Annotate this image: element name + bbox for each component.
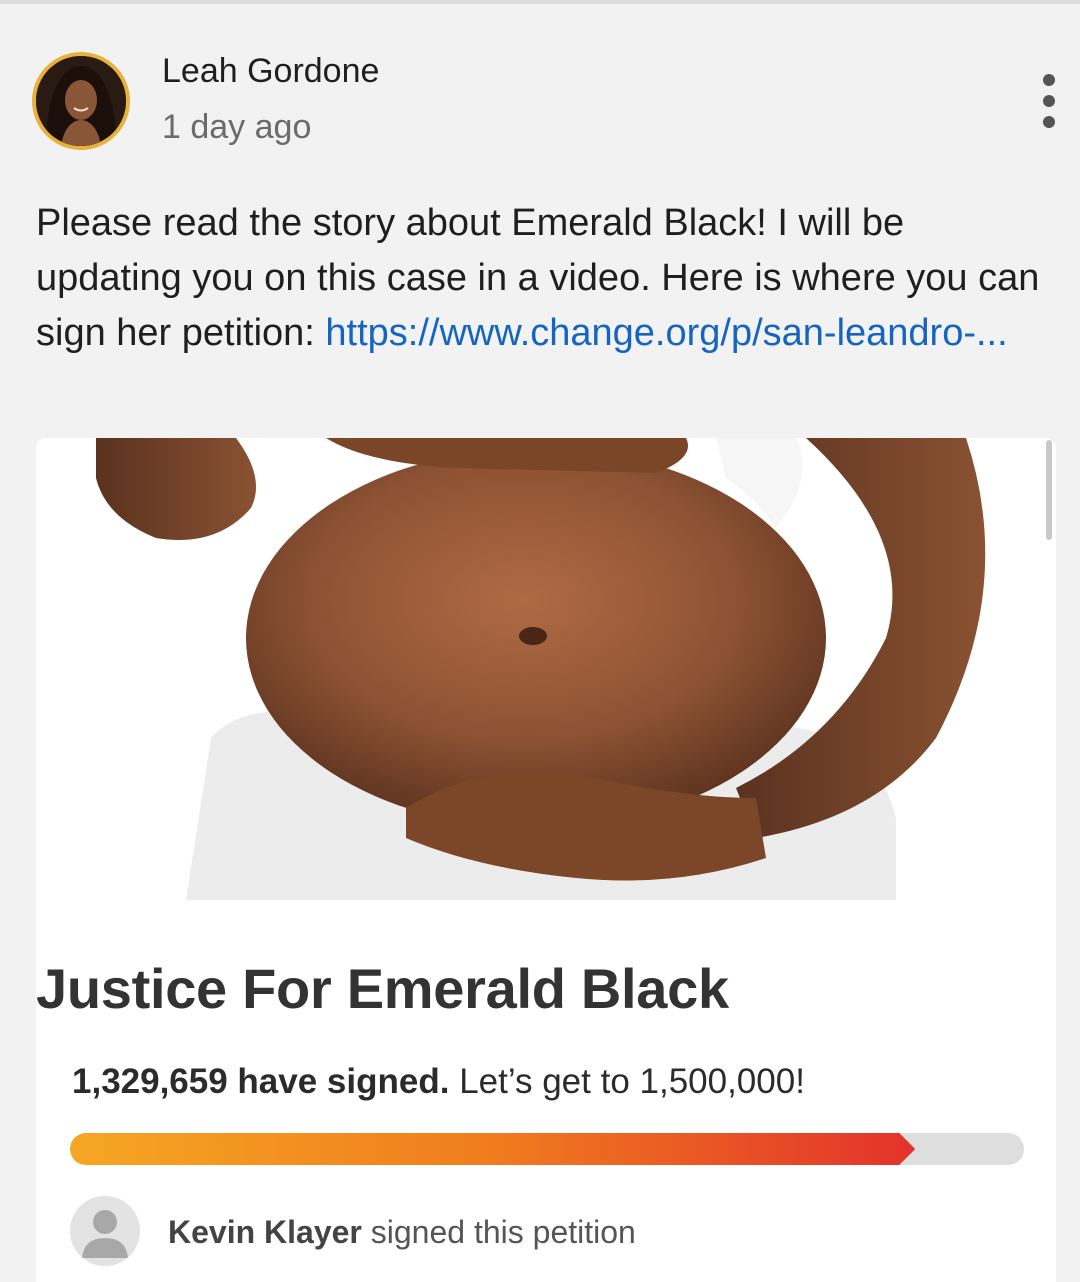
recent-signer-row: Kevin Klayer signed this petition bbox=[70, 1196, 970, 1268]
signature-progress-bar bbox=[70, 1133, 1024, 1165]
petition-hero-image bbox=[36, 438, 1056, 900]
petition-title[interactable]: Justice For Emerald Black bbox=[36, 956, 996, 1021]
author-name[interactable]: Leah Gordone bbox=[162, 52, 379, 91]
signature-status: 1,329,659 have signed. Let’s get to 1,50… bbox=[72, 1062, 805, 1102]
more-dot bbox=[1043, 74, 1055, 86]
post-body-text: Please read the story about Emerald Blac… bbox=[36, 196, 1046, 361]
more-vertical-icon[interactable] bbox=[1034, 74, 1064, 128]
recent-signer-action: signed this petition bbox=[361, 1214, 636, 1250]
post-timestamp: 1 day ago bbox=[162, 108, 312, 146]
default-user-icon bbox=[70, 1196, 140, 1266]
signature-count: 1,329,659 have signed. bbox=[72, 1062, 450, 1101]
user-silhouette-icon bbox=[70, 1196, 140, 1266]
petition-link[interactable]: https://www.change.org/p/san-leandro-... bbox=[325, 312, 1007, 354]
post-header: Leah Gordone 1 day ago bbox=[0, 0, 1080, 170]
author-avatar[interactable] bbox=[32, 52, 130, 150]
recent-signer-name: Kevin Klayer bbox=[168, 1214, 362, 1250]
recent-signer-text: Kevin Klayer signed this petition bbox=[168, 1214, 636, 1251]
signature-goal: Let’s get to 1,500,000! bbox=[459, 1062, 805, 1101]
more-dot bbox=[1043, 116, 1055, 128]
scrollbar[interactable] bbox=[1046, 440, 1052, 540]
author-avatar-photo bbox=[36, 56, 126, 146]
signature-progress-fill bbox=[70, 1133, 915, 1165]
author-portrait-icon bbox=[36, 56, 126, 146]
pregnant-belly-illustration bbox=[36, 438, 1056, 900]
more-dot bbox=[1043, 95, 1055, 107]
